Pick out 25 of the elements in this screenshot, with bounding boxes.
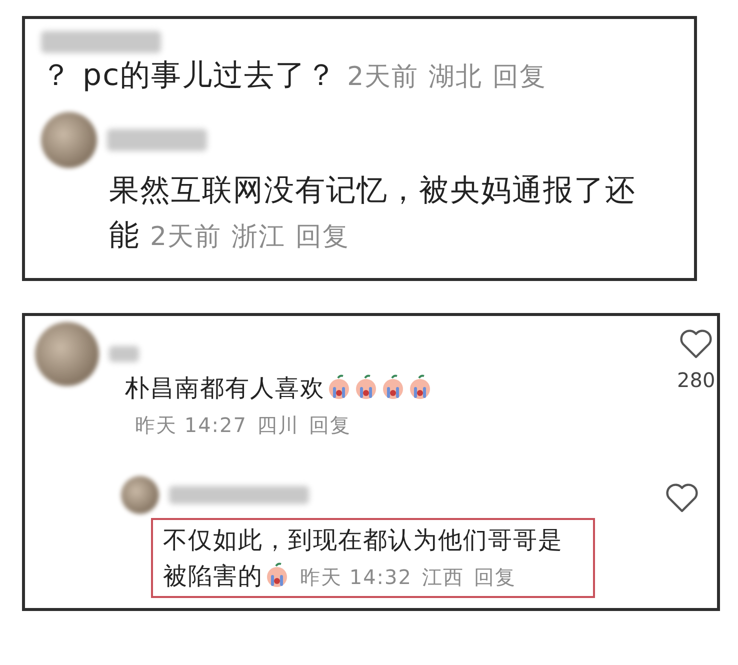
comment-time: 2天前 [347,62,419,92]
like-count: 280 [677,368,716,392]
comment-location: 四川 [257,413,299,437]
heart-icon[interactable] [664,482,700,514]
comment-location: 江西 [422,565,464,589]
reply-link[interactable]: 回复 [474,565,516,589]
reply-link[interactable]: 回复 [492,62,547,92]
comment-time: 2天前 [150,222,222,252]
crying-emoji-icon [326,374,352,400]
comment-time: 昨天 14:27 [135,413,247,437]
comment-text: 朴昌南都有人喜欢 昨天 14:27 四川 回复 [125,370,665,442]
blurred-username [109,346,139,362]
comment-time: 昨天 14:32 [300,565,412,589]
crying-emoji-icon [380,374,406,400]
crying-emoji-icon [353,374,379,400]
heart-icon[interactable] [678,328,714,360]
comment-location: 湖北 [428,62,483,92]
reply-link[interactable]: 回复 [296,222,350,252]
reply-link[interactable]: 回复 [309,413,351,437]
comment-text: 不仅如此，到现在都认为他们哥哥是被陷害的 昨天 14:32 江西 回复 [163,525,564,592]
comment-text: 果然互联网没有记忆，被央妈通报了还能 2天前 浙江 回复 [109,172,637,255]
crying-emoji-icon [407,374,433,400]
crying-emoji-icon [264,562,290,588]
comment-text: ？ pc的事儿过去了？ 2天前 湖北 回复 [41,57,548,95]
comment-location: 浙江 [232,222,286,252]
